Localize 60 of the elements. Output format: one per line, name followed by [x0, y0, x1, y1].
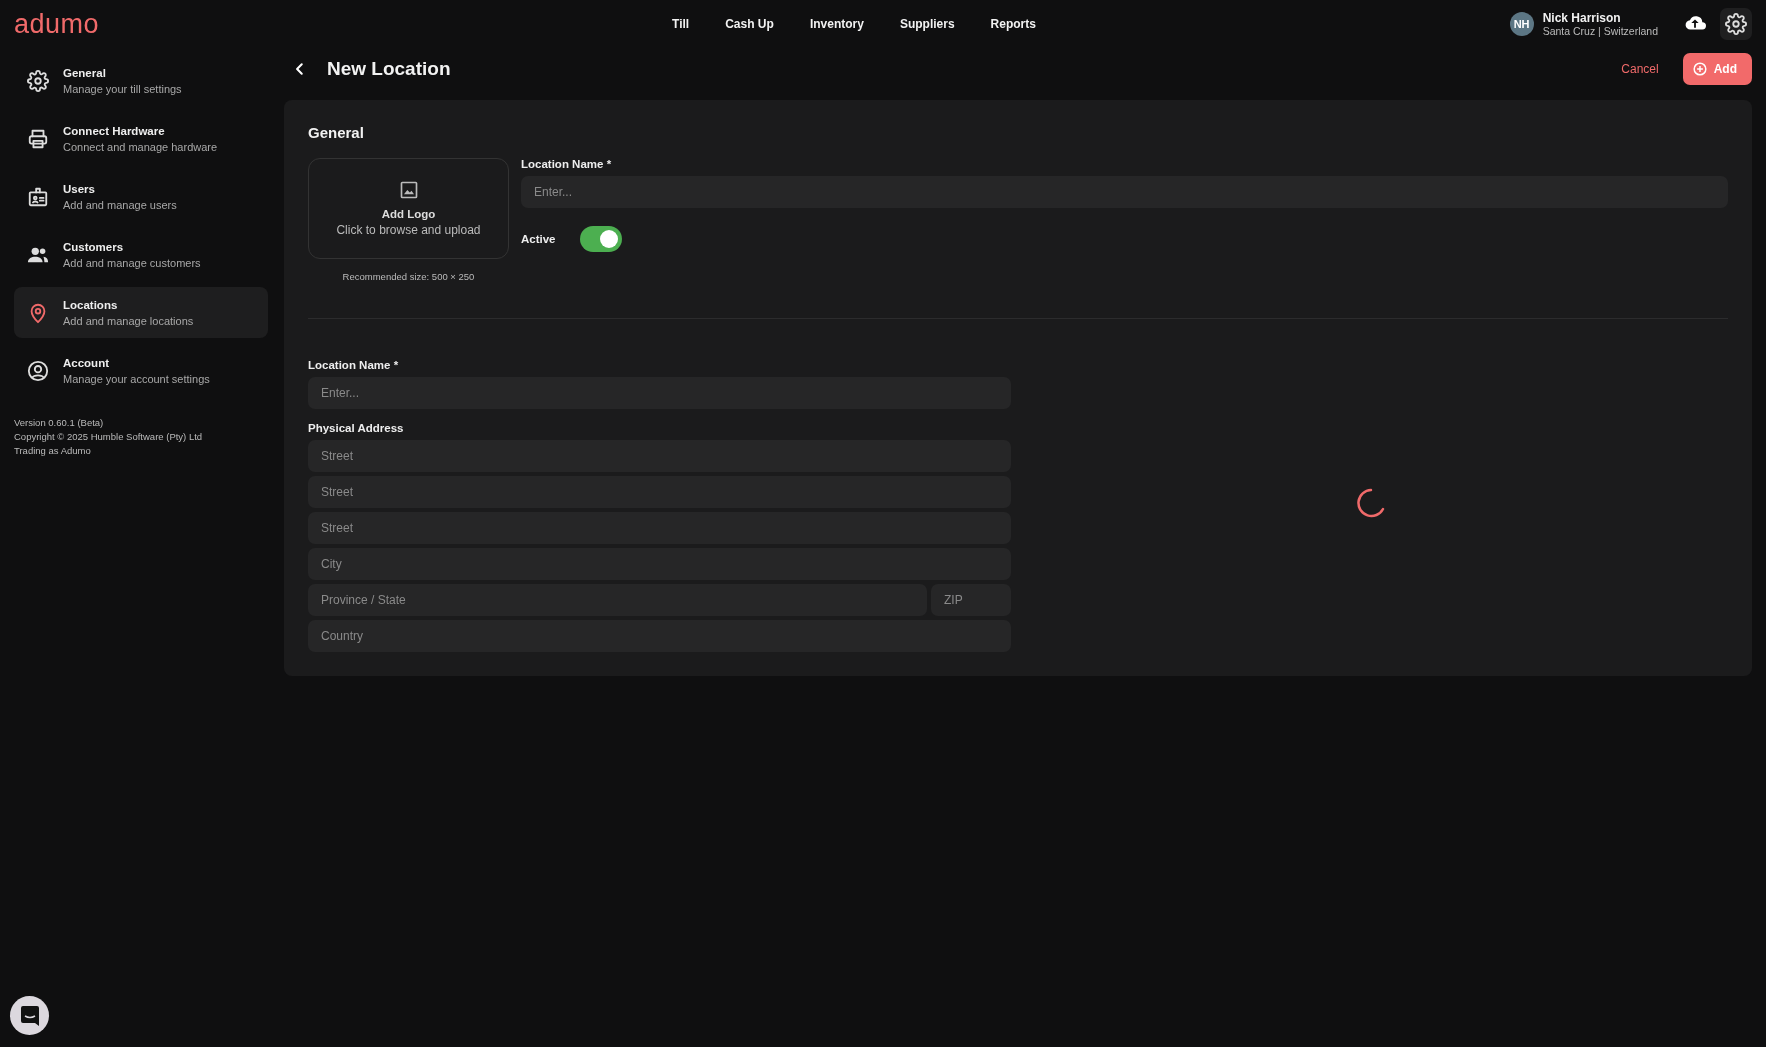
nav-link[interactable]: Cash Up: [725, 17, 774, 31]
sidebar-item[interactable]: Connect Hardware Connect and manage hardware: [14, 113, 268, 164]
sidebar-item[interactable]: Users Add and manage users: [14, 171, 268, 222]
sidebar-item-title: Account: [63, 356, 110, 369]
sidebar-item-subtitle: Add and manage users: [63, 198, 177, 211]
field-label: Location Name *: [521, 158, 613, 170]
active-toggle[interactable]: [579, 226, 622, 252]
chat-button[interactable]: [10, 996, 49, 1035]
location-name-field[interactable]: Enter...: [521, 176, 1728, 208]
address-field[interactable]: Street: [308, 512, 1011, 544]
settings-button[interactable]: [1720, 8, 1752, 40]
address-field[interactable]: Street: [308, 440, 1011, 472]
logo-size-hint: Recommended size: 500 × 250: [342, 271, 475, 282]
field-label: Location Name *: [308, 359, 400, 371]
nav-link[interactable]: Till: [672, 17, 690, 31]
plus-circle-icon: [1692, 62, 1707, 76]
sidebar-item[interactable]: Customers Add and manage customers: [14, 229, 268, 280]
gear-icon: [27, 69, 49, 92]
sidebar-item-title: Locations: [63, 298, 119, 311]
sidebar-item-subtitle: Manage your account settings: [63, 372, 210, 385]
loading-spinner-icon: [1355, 487, 1385, 519]
sidebar-item[interactable]: General Manage your till settings: [14, 55, 268, 106]
address-field[interactable]: Province / State: [308, 584, 927, 616]
section-heading: General: [308, 124, 365, 141]
sidebar-item-subtitle: Connect and manage hardware: [63, 140, 218, 153]
id-badge-icon: [27, 185, 49, 208]
printer-icon: [27, 127, 49, 150]
location-name-field[interactable]: Enter...: [308, 377, 1011, 409]
sidebar-item-subtitle: Add and manage locations: [63, 314, 194, 327]
nav-link[interactable]: Reports: [990, 17, 1036, 31]
nav-link[interactable]: Suppliers: [899, 17, 955, 31]
chat-icon: [20, 1005, 39, 1026]
image-icon: [398, 180, 419, 200]
page-title: New Location: [327, 58, 451, 80]
footer-text: Copyright © 2025 Humble Software (Pty) Ltd: [14, 430, 204, 444]
user-location: Santa Cruz | Switzerland: [1542, 25, 1658, 37]
sidebar-item-title: Connect Hardware: [63, 124, 166, 137]
user-circle-icon: [27, 359, 49, 382]
footer-text: Trading as Adumo: [14, 444, 92, 458]
sidebar-item-subtitle: Add and manage customers: [63, 256, 201, 269]
address-field[interactable]: Street: [308, 476, 1011, 508]
address-field[interactable]: Country: [308, 620, 1011, 652]
gear-icon: [1725, 13, 1747, 35]
field-label: Physical Address: [308, 422, 405, 434]
sidebar-item-title: Users: [63, 182, 96, 195]
sidebar-item[interactable]: Locations Add and manage locations: [14, 287, 268, 338]
sidebar-item-subtitle: Manage your till settings: [63, 82, 182, 95]
nav-link[interactable]: Inventory: [809, 17, 864, 31]
zip-field[interactable]: ZIP: [931, 584, 1011, 616]
sidebar-item-title: General: [63, 66, 107, 79]
sidebar-item-title: Customers: [63, 240, 125, 253]
user-avatar: NH: [1509, 12, 1534, 36]
active-label: Active: [521, 233, 556, 245]
cancel-button[interactable]: Cancel: [1609, 56, 1671, 82]
address-field[interactable]: City: [308, 548, 1011, 580]
logo-upload-area[interactable]: Add Logo Click to browse and upload: [308, 158, 509, 259]
sidebar-item[interactable]: Account Manage your account settings: [14, 345, 268, 396]
adumo-logo: adumo: [14, 8, 100, 40]
user-name: Nick Harrison: [1542, 11, 1622, 25]
footer-text: Version 0.60.1 (Beta): [14, 416, 105, 430]
